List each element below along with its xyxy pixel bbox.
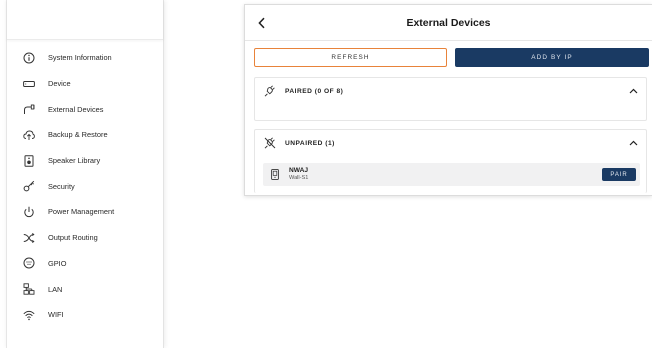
panel-header: External Devices — [245, 5, 652, 41]
menu-item-label: External Devices — [48, 104, 104, 114]
menu-item-label: Output Routing — [48, 233, 98, 243]
menu-item-wifi[interactable]: WIFI — [7, 302, 163, 328]
menu-item-label: GPIO — [48, 258, 67, 268]
menu-item-label: Speaker Library — [48, 156, 101, 166]
backup-restore-icon — [22, 128, 36, 142]
menu-header — [7, 0, 163, 40]
device-info: NWAJ Wall-S1 — [289, 167, 308, 182]
menu-item-label: System Information — [48, 53, 112, 63]
menu-item-label: Device — [48, 79, 71, 89]
plug-icon — [263, 84, 277, 98]
external-devices-panel: External Devices REFRESH ADD BY IP PAIRE… — [244, 4, 652, 196]
menu-item-gpio[interactable]: GPIO — [7, 251, 163, 277]
unpaired-section: UNPAIRED (1) NWAJ Wall-S1 PAIR — [254, 129, 647, 193]
key-icon — [22, 179, 36, 193]
menu-item-label: Power Management — [48, 207, 115, 217]
menu-item-device[interactable]: Device — [7, 71, 163, 97]
menu-item-power-management[interactable]: Power Management — [7, 199, 163, 225]
device-name: NWAJ — [289, 167, 309, 174]
settings-menu-list: System Information Device External Devic… — [7, 40, 163, 328]
wall-device-icon — [269, 168, 281, 182]
lan-icon — [22, 282, 36, 296]
info-icon — [22, 51, 36, 65]
gpio-icon — [22, 256, 36, 270]
menu-item-security[interactable]: Security — [7, 173, 163, 199]
menu-item-system-information[interactable]: System Information — [7, 45, 163, 71]
menu-item-lan[interactable]: LAN — [7, 276, 163, 302]
back-button[interactable] — [254, 15, 270, 31]
paired-section-header[interactable]: PAIRED (0 OF 8) — [255, 78, 646, 104]
unpaired-section-label: UNPAIRED (1) — [285, 139, 335, 147]
unpaired-section-header[interactable]: UNPAIRED (1) — [255, 130, 646, 156]
menu-item-label: WIFI — [48, 310, 64, 320]
paired-section: PAIRED (0 OF 8) — [254, 77, 647, 121]
routing-icon — [22, 231, 36, 245]
menu-item-external-devices[interactable]: External Devices — [7, 96, 163, 122]
menu-item-label: Backup & Restore — [48, 130, 108, 140]
add-by-ip-button[interactable]: ADD BY IP — [455, 48, 649, 67]
unplugged-icon — [263, 136, 277, 150]
wifi-icon — [22, 308, 36, 322]
pair-button[interactable]: PAIR — [602, 168, 636, 181]
settings-menu-panel: System Information Device External Devic… — [6, 0, 164, 348]
list-item: NWAJ Wall-S1 PAIR — [263, 163, 640, 186]
app-screen: System Information Device External Devic… — [0, 0, 652, 348]
chevron-left-icon — [258, 17, 265, 29]
menu-item-backup-restore[interactable]: Backup & Restore — [7, 122, 163, 148]
action-row: REFRESH ADD BY IP — [254, 48, 649, 67]
menu-item-label: Security — [48, 181, 75, 191]
menu-item-output-routing[interactable]: Output Routing — [7, 225, 163, 251]
menu-item-label: LAN — [48, 284, 63, 294]
device-model: Wall-S1 — [289, 175, 309, 181]
device-icon — [22, 77, 36, 91]
chevron-up-icon[interactable] — [628, 138, 638, 148]
power-icon — [22, 205, 36, 219]
refresh-button[interactable]: REFRESH — [254, 48, 447, 67]
chevron-up-icon[interactable] — [628, 86, 638, 96]
paired-section-label: PAIRED (0 OF 8) — [285, 87, 344, 95]
external-devices-icon — [22, 102, 36, 116]
menu-item-speaker-library[interactable]: Speaker Library — [7, 148, 163, 174]
speaker-icon — [22, 154, 36, 168]
page-title: External Devices — [406, 16, 491, 29]
